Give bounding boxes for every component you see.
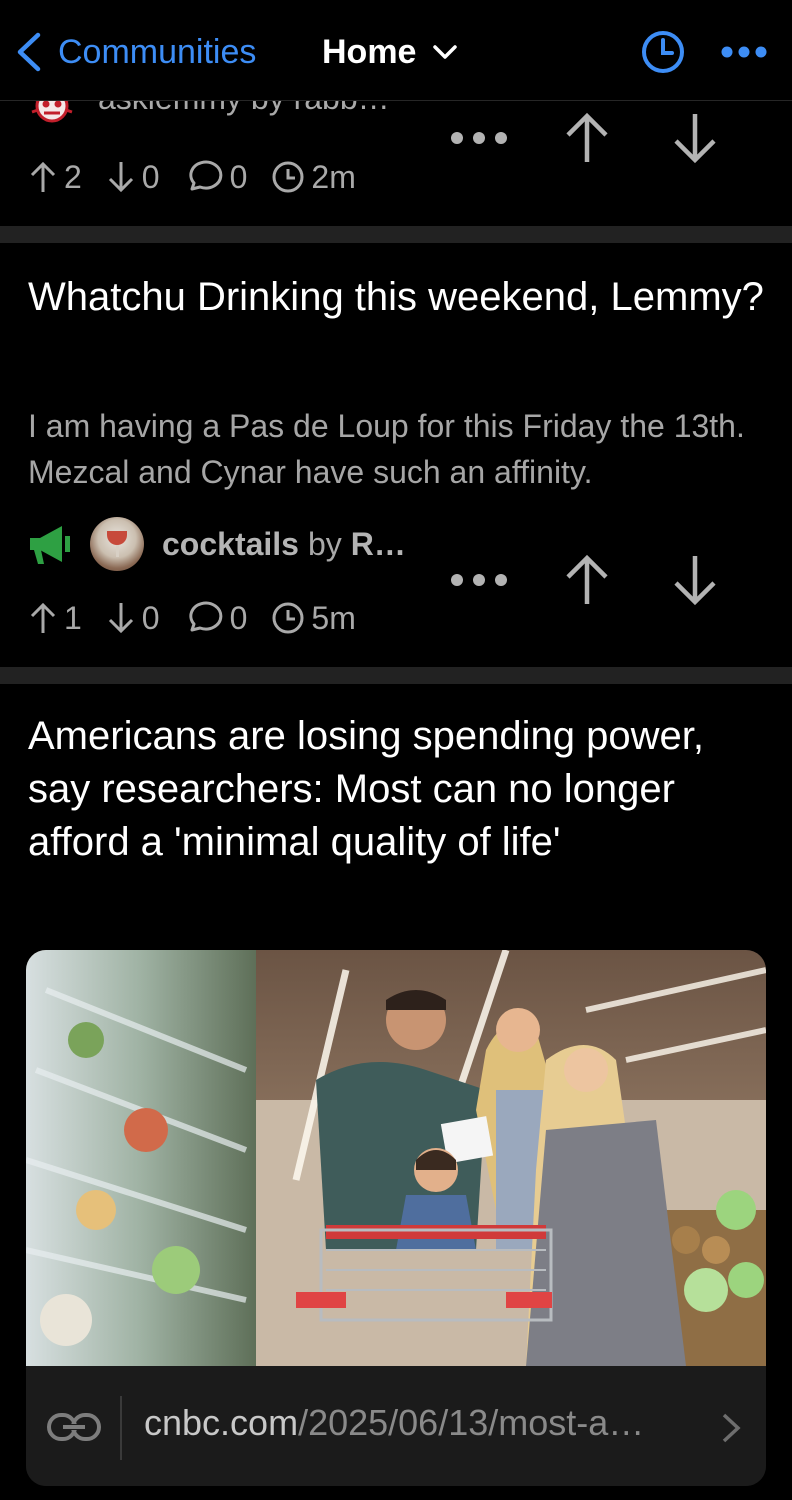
link-path: /2025/06/13/most-a… (298, 1402, 645, 1443)
arrow-up-icon (30, 602, 56, 633)
top-navigation-bar: Communities Home (0, 0, 792, 101)
community-name[interactable]: cocktails (162, 526, 299, 563)
downvote-button[interactable] (660, 103, 730, 173)
link-url[interactable]: cnbc.com/2025/06/13/most-a… (144, 1402, 644, 1444)
link-domain: cnbc.com (144, 1402, 299, 1443)
feed-selector[interactable]: Home (322, 30, 458, 74)
more-options-button[interactable] (444, 545, 514, 615)
speech-bubble-icon (188, 601, 222, 632)
by-label: by (307, 525, 342, 562)
back-button[interactable]: Communities (14, 30, 256, 74)
upvote-button[interactable] (552, 545, 622, 615)
feed-title: Home (322, 32, 417, 71)
comment-count: 0 (184, 159, 247, 196)
link-divider (120, 1396, 122, 1460)
chevron-left-icon (17, 32, 41, 72)
arrow-down-icon (108, 603, 133, 634)
community-row[interactable]: cocktails by R… (28, 516, 406, 572)
arrow-down-icon (108, 162, 133, 193)
megaphone-icon (30, 526, 70, 564)
thumbnail-image[interactable] (26, 950, 766, 1366)
clock-icon (272, 161, 304, 193)
arrow-up-icon (566, 112, 608, 162)
post-card[interactable]: Whatchu Drinking this weekend, Lemmy? I … (0, 243, 792, 667)
ellipsis-icon (451, 132, 507, 144)
upvote-count: 1 (28, 600, 82, 637)
post-age: 2m (271, 159, 356, 196)
grocery-photo (26, 950, 766, 1366)
speech-bubble-icon (188, 160, 222, 191)
back-label: Communities (58, 32, 257, 71)
link-preview-card[interactable]: cnbc.com/2025/06/13/most-a… (26, 950, 766, 1486)
ellipsis-icon[interactable] (720, 37, 768, 67)
author-name[interactable]: R… (351, 526, 406, 563)
comment-count: 0 (184, 600, 247, 637)
chevron-down-icon (433, 45, 458, 59)
post-body: I am having a Pas de Loup for this Frida… (28, 408, 745, 490)
arrow-up-icon (30, 161, 56, 192)
feed-page: asklemmy by rabb… 2 0 0 (0, 0, 792, 1500)
downvote-count: 0 (106, 159, 160, 196)
chevron-right-icon (722, 1413, 741, 1443)
clock-icon[interactable] (640, 29, 686, 75)
more-options-button[interactable] (444, 103, 514, 173)
post-age: 5m (271, 600, 356, 637)
upvote-button[interactable] (552, 103, 622, 173)
arrow-down-icon (674, 114, 716, 164)
link-icon (47, 1413, 101, 1441)
post-meta: 1 0 0 5m (28, 596, 380, 640)
post-meta: 2 0 0 2m (28, 155, 380, 199)
arrow-up-icon (566, 554, 608, 604)
clock-icon (272, 602, 304, 634)
downvote-button[interactable] (660, 545, 730, 615)
post-title[interactable]: Whatchu Drinking this weekend, Lemmy? (28, 271, 764, 324)
post-actions (444, 103, 730, 173)
post-actions (444, 545, 730, 615)
post-separator (0, 226, 792, 243)
arrow-down-icon (674, 556, 716, 606)
downvote-count: 0 (106, 600, 160, 637)
post-separator (0, 667, 792, 684)
link-bar[interactable]: cnbc.com/2025/06/13/most-a… (26, 1366, 766, 1486)
ellipsis-icon (451, 574, 507, 586)
community-avatar (90, 517, 144, 571)
post-title[interactable]: Americans are losing spending power, say… (28, 710, 764, 869)
upvote-count: 2 (28, 159, 82, 196)
